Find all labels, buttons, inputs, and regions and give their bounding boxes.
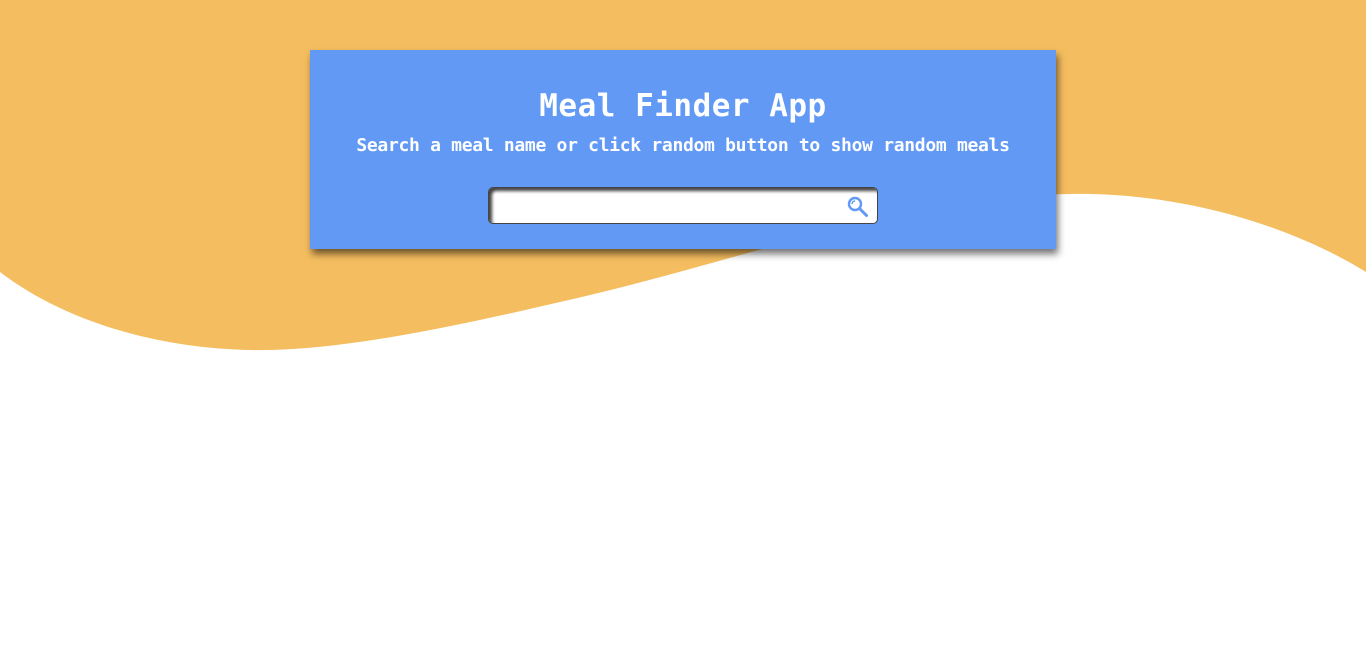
search-button[interactable]: [843, 192, 873, 219]
search-input[interactable]: [497, 192, 831, 221]
app-subtitle: Search a meal name or click random butto…: [356, 135, 1010, 156]
search-icon: [847, 196, 868, 217]
search-form: [488, 187, 878, 224]
app-title: Meal Finder App: [539, 88, 827, 124]
header-card: Meal Finder App Search a meal name or cl…: [310, 50, 1056, 249]
page: Meal Finder App Search a meal name or cl…: [0, 0, 1366, 663]
